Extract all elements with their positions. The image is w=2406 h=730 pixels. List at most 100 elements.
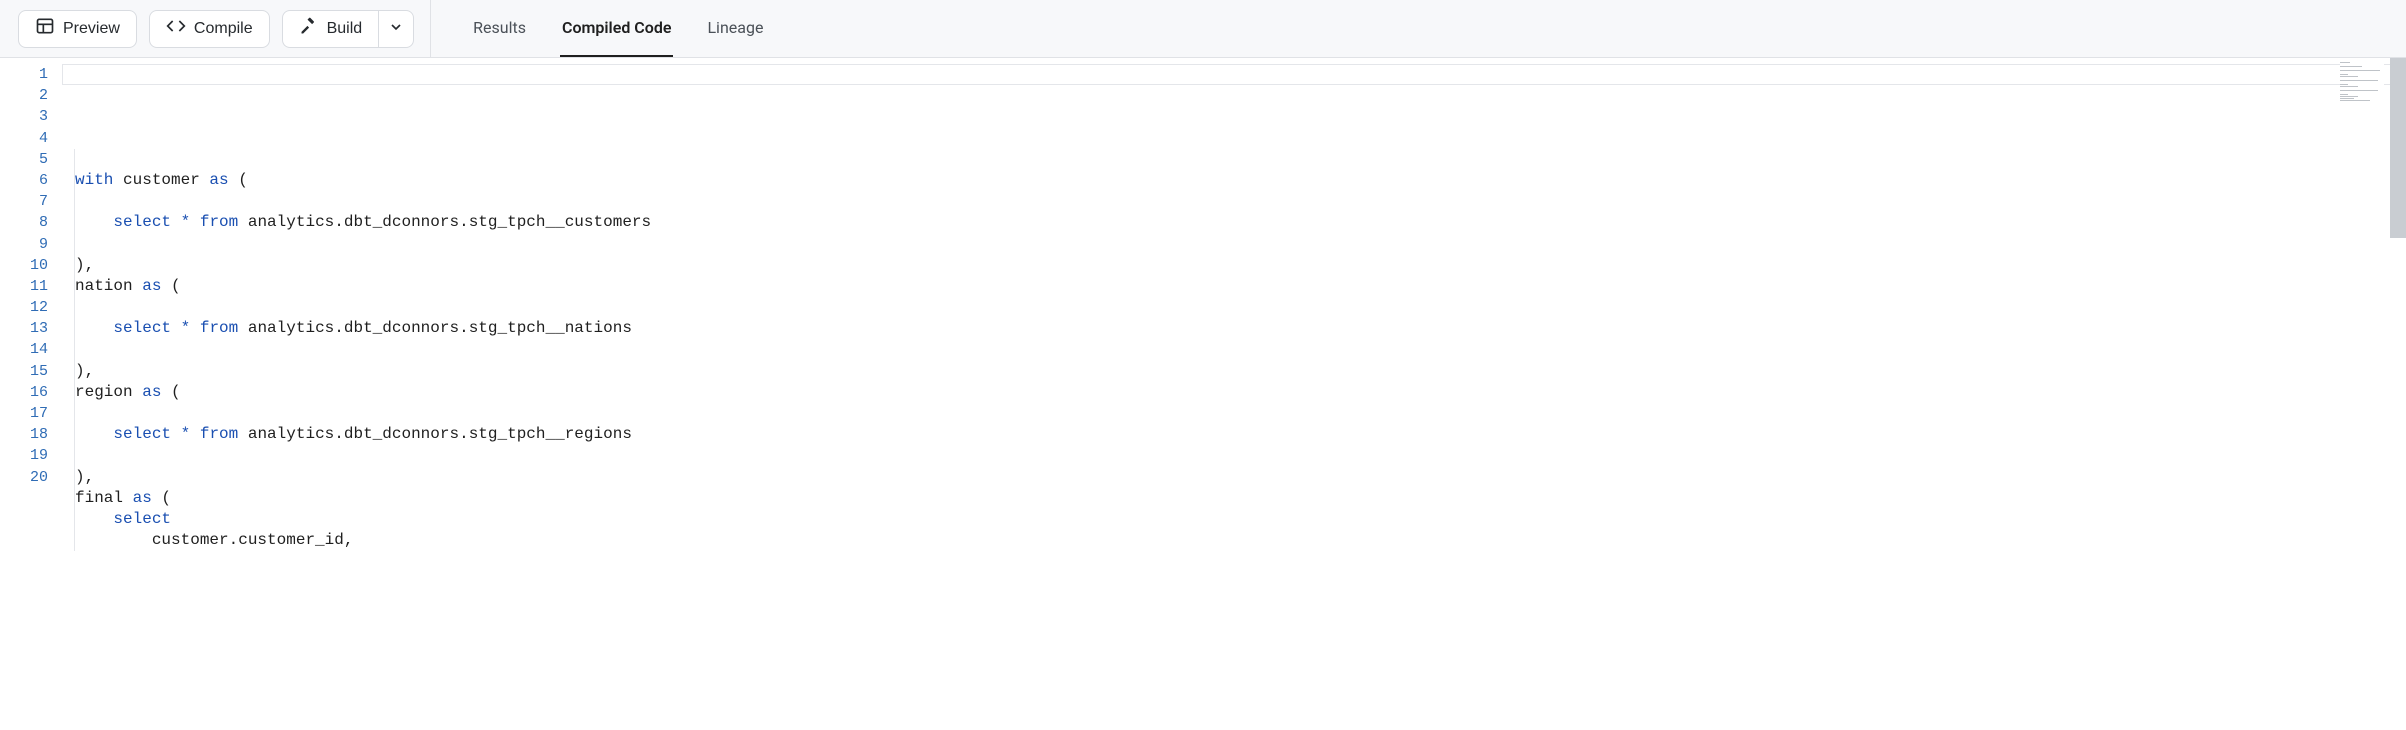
code-line[interactable]: ), [74,361,2406,382]
token: with [75,171,113,189]
token: from [200,425,238,443]
line-number: 20 [0,467,48,488]
code-line[interactable] [74,191,2406,212]
token: as [142,383,161,401]
line-number: 3 [0,106,48,127]
token: analytics.dbt_dconnors.stg_tpch__custome… [238,213,651,231]
token: ), [75,256,94,274]
code-line[interactable]: select [74,509,2406,530]
token: select [113,319,171,337]
code-line[interactable] [74,234,2406,255]
token [190,319,200,337]
code-line[interactable]: select * from analytics.dbt_dconnors.stg… [74,318,2406,339]
line-number: 12 [0,297,48,318]
token [190,425,200,443]
line-number: 16 [0,382,48,403]
token: select [113,425,171,443]
tab-results[interactable]: Results [471,0,528,57]
line-number: 2 [0,85,48,106]
tab-compiled-label: Compiled Code [562,18,671,37]
code-line[interactable] [74,128,2406,149]
tab-lineage-label: Lineage [707,18,763,37]
token: ), [75,468,94,486]
preview-button[interactable]: Preview [18,10,137,48]
token: from [200,213,238,231]
token [75,510,113,528]
token [75,213,113,231]
code-line[interactable]: select * from analytics.dbt_dconnors.stg… [74,212,2406,233]
code-line[interactable]: final as ( [74,488,2406,509]
code-line[interactable]: nation as ( [74,276,2406,297]
line-number: 7 [0,191,48,212]
hammer-icon [299,16,319,41]
table-icon [35,16,55,41]
line-number: 1 [0,64,48,85]
current-line-highlight [62,64,2406,85]
line-number: 17 [0,403,48,424]
line-number: 18 [0,424,48,445]
token: as [133,489,152,507]
line-number: 13 [0,318,48,339]
token [190,213,200,231]
code-line[interactable] [74,445,2406,466]
token: ( [152,489,171,507]
token [171,213,181,231]
build-dropdown-button[interactable] [378,10,414,48]
tab-lineage[interactable]: Lineage [705,0,765,57]
code-line[interactable] [74,403,2406,424]
toolbar-buttons: Preview Compile Build [18,10,414,48]
line-number: 14 [0,339,48,360]
line-number: 19 [0,445,48,466]
line-number: 5 [0,149,48,170]
token: region [75,383,142,401]
token: as [142,277,161,295]
line-number: 9 [0,234,48,255]
token: ( [161,383,180,401]
code-line[interactable]: with customer as ( [74,170,2406,191]
token [75,425,113,443]
scrollbar-thumb[interactable] [2390,58,2406,238]
scrollbar-track[interactable] [2390,58,2406,730]
code-editor[interactable]: 1234567891011121314151617181920 with cus… [0,58,2406,730]
token: ( [161,277,180,295]
token: ( [229,171,248,189]
compile-label: Compile [194,20,253,38]
code-line[interactable]: region as ( [74,382,2406,403]
preview-label: Preview [63,20,120,38]
gutter: 1234567891011121314151617181920 [0,58,62,730]
build-button[interactable]: Build [282,10,379,48]
token: select [113,213,171,231]
token: customer.customer_id, [75,531,353,549]
code-line[interactable] [74,149,2406,170]
token: select [113,510,171,528]
token [171,425,181,443]
code-line[interactable]: customer.customer_id, [74,530,2406,551]
toolbar-divider [430,0,431,58]
line-number: 11 [0,276,48,297]
chevron-down-icon [388,19,404,38]
tab-compiled-code[interactable]: Compiled Code [560,0,673,57]
token: nation [75,277,142,295]
toolbar: Preview Compile Build Results [0,0,2406,58]
token: analytics.dbt_dconnors.stg_tpch__nations [238,319,632,337]
line-number: 8 [0,212,48,233]
line-number: 15 [0,361,48,382]
token [75,319,113,337]
token: * [181,319,191,337]
token [171,319,181,337]
compile-button[interactable]: Compile [149,10,270,48]
token: final [75,489,133,507]
code-line[interactable]: select * from analytics.dbt_dconnors.stg… [74,424,2406,445]
build-label: Build [327,20,363,38]
build-split-button: Build [282,10,415,48]
token: customer [113,171,209,189]
code-line[interactable]: ), [74,255,2406,276]
code-area[interactable]: with customer as ( select * from analyti… [62,58,2406,730]
code-icon [166,16,186,41]
code-line[interactable] [74,339,2406,360]
code-line[interactable] [74,297,2406,318]
line-number: 10 [0,255,48,276]
token: ), [75,362,94,380]
code-line[interactable]: ), [74,467,2406,488]
token: from [200,319,238,337]
